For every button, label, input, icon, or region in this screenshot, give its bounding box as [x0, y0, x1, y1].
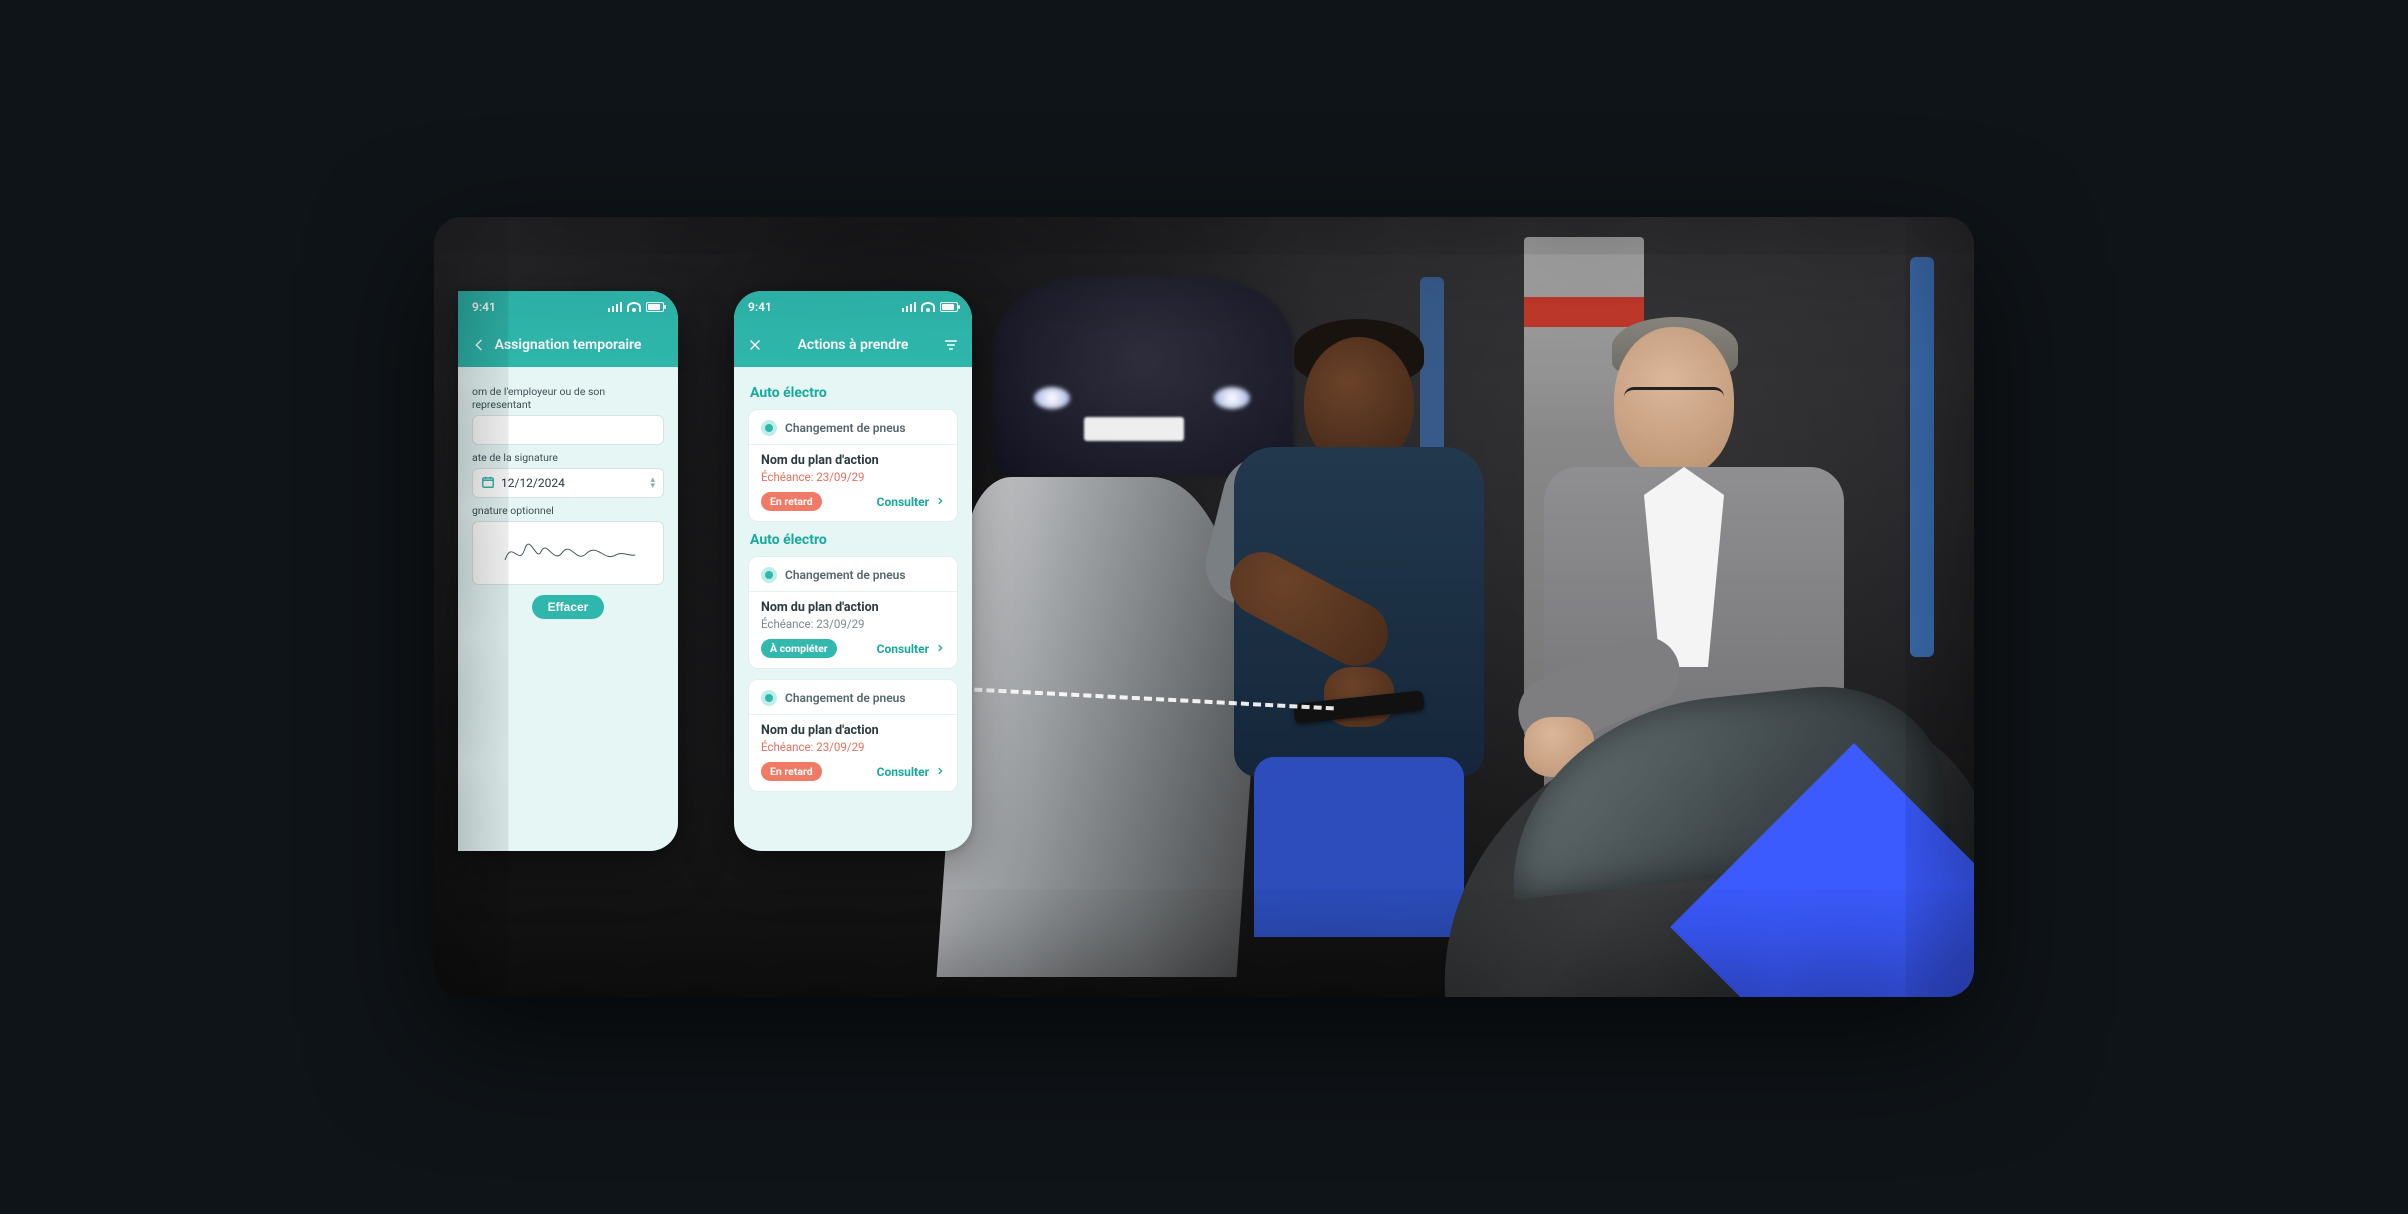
status-indicators: [902, 302, 958, 312]
signature-icon: [498, 533, 638, 573]
consult-label: Consulter: [877, 495, 929, 509]
status-badge: À compléter: [761, 639, 837, 658]
status-indicators: [608, 302, 664, 312]
status-dot-icon: [761, 690, 777, 706]
filter-icon[interactable]: [942, 336, 960, 354]
back-icon[interactable]: [470, 336, 488, 354]
car-lift: [1910, 257, 1934, 657]
status-badge: En retard: [761, 492, 822, 511]
screen-title: Actions à prendre: [764, 337, 942, 353]
chevron-right-icon: [935, 765, 945, 779]
wifi-icon: [921, 302, 935, 312]
employer-input[interactable]: [472, 415, 664, 445]
appbar-spacer: [648, 336, 666, 354]
action-card[interactable]: Changement de pneus Nom du plan d'action É…: [748, 556, 958, 669]
hero-stage: 9:41 Assignation temporaire om de l'empl…: [434, 217, 1974, 997]
clear-label: Effacer: [548, 600, 589, 614]
date-input[interactable]: 12/12/2024 ▴▾: [472, 468, 664, 498]
mechanic-figure: [1194, 337, 1514, 897]
task-name: Changement de pneus: [785, 691, 906, 705]
wifi-icon: [627, 302, 641, 312]
phone-mock-actions: 9:41 Actions à prendre Auto électro Chang…: [734, 291, 972, 851]
task-name: Changement de pneus: [785, 421, 906, 435]
consult-link[interactable]: Consulter: [877, 765, 945, 779]
status-bar: 9:41: [734, 291, 972, 323]
plan-name: Nom du plan d'action: [761, 723, 945, 738]
deadline-label: Échéance: 23/09/29: [761, 740, 945, 754]
consult-label: Consulter: [877, 765, 929, 779]
plan-name: Nom du plan d'action: [761, 453, 945, 468]
form-body: om de l'employeur ou de son representant…: [458, 367, 678, 635]
chevron-right-icon: [935, 642, 945, 656]
screen-title: Assignation temporaire: [488, 337, 648, 353]
signature-label: gnature optionnel: [472, 504, 664, 517]
battery-icon: [940, 302, 958, 312]
status-dot-icon: [761, 420, 777, 436]
clear-signature-button[interactable]: Effacer: [532, 595, 605, 619]
signal-icon: [902, 302, 916, 312]
date-label: ate de la signature: [472, 451, 664, 464]
actions-list: Auto électro Changement de pneus Nom du pl…: [734, 367, 972, 818]
battery-icon: [646, 302, 664, 312]
section-title: Auto électro: [750, 385, 956, 401]
signature-pad[interactable]: [472, 521, 664, 585]
status-time: 9:41: [472, 300, 496, 314]
action-card[interactable]: Changement de pneus Nom du plan d'action É…: [748, 679, 958, 792]
app-bar: Actions à prendre: [734, 323, 972, 367]
task-name: Changement de pneus: [785, 568, 906, 582]
employer-label: om de l'employeur ou de son representant: [472, 385, 664, 411]
close-icon[interactable]: [746, 336, 764, 354]
status-bar: 9:41: [458, 291, 678, 323]
section-title: Auto électro: [750, 532, 956, 548]
consult-link[interactable]: Consulter: [877, 642, 945, 656]
calendar-icon: [481, 475, 495, 492]
chevron-right-icon: [935, 495, 945, 509]
consult-label: Consulter: [877, 642, 929, 656]
status-badge: En retard: [761, 762, 822, 781]
headlight-icon: [1034, 387, 1070, 409]
app-bar: Assignation temporaire: [458, 323, 678, 367]
action-card[interactable]: Changement de pneus Nom du plan d'action É…: [748, 409, 958, 522]
consult-link[interactable]: Consulter: [877, 495, 945, 509]
status-time: 9:41: [748, 300, 772, 314]
deadline-label: Échéance: 23/09/29: [761, 470, 945, 484]
stepper-icon[interactable]: ▴▾: [650, 477, 655, 489]
date-value: 12/12/2024: [501, 476, 565, 490]
status-dot-icon: [761, 567, 777, 583]
license-plate: [1084, 417, 1184, 441]
deadline-label: Échéance: 23/09/29: [761, 617, 945, 631]
plan-name: Nom du plan d'action: [761, 600, 945, 615]
phone-mock-assignation: 9:41 Assignation temporaire om de l'empl…: [458, 291, 678, 851]
signal-icon: [608, 302, 622, 312]
